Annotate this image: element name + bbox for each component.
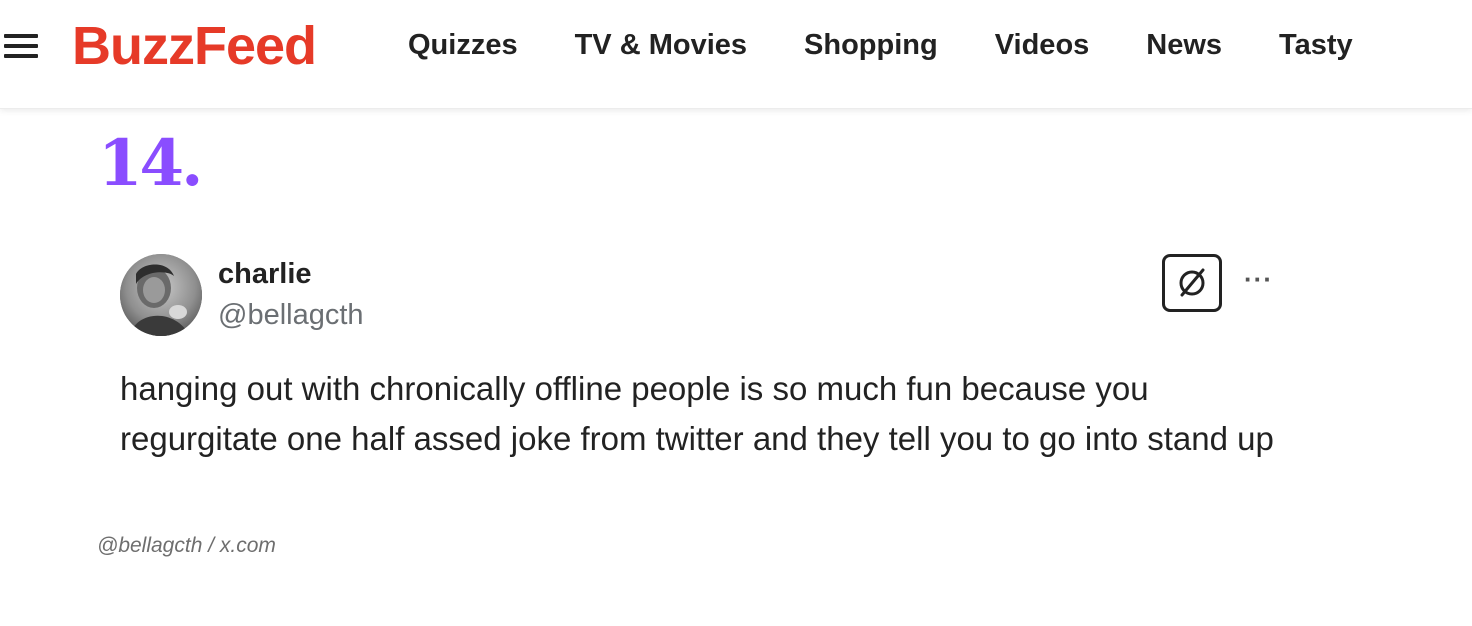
nav-item-videos[interactable]: Videos <box>995 26 1090 64</box>
avatar[interactable] <box>120 254 202 336</box>
list-item-number: 14. <box>98 126 203 201</box>
hamburger-menu-icon[interactable] <box>4 34 38 60</box>
nav-item-news[interactable]: News <box>1146 26 1222 64</box>
image-credit[interactable]: @bellagcth / x.com <box>97 532 276 560</box>
avatar-photo <box>120 254 202 336</box>
slashed-circle-icon <box>1179 268 1205 297</box>
nav-item-tasty[interactable]: Tasty <box>1279 26 1353 64</box>
x-badge-icon[interactable] <box>1162 254 1222 312</box>
tweet-body: hanging out with chronically offline peo… <box>120 370 1274 457</box>
nav-item-quizzes[interactable]: Quizzes <box>408 26 518 64</box>
tweet-display-name[interactable]: charlie <box>218 256 312 292</box>
buzzfeed-logo[interactable]: BuzzFeed <box>72 16 317 76</box>
nav-item-tv-movies[interactable]: TV & Movies <box>575 26 747 64</box>
hamburger-line <box>4 54 38 58</box>
more-dots-icon[interactable]: ··· <box>1244 266 1273 292</box>
embedded-tweet[interactable]: charlie @bellagcth ··· hanging out with … <box>112 236 1302 526</box>
nav-item-shopping[interactable]: Shopping <box>804 26 938 64</box>
tweet-handle[interactable]: @bellagcth <box>218 296 364 334</box>
top-navigation-bar: BuzzFeed Quizzes TV & Movies Shopping Vi… <box>0 0 1472 109</box>
hamburger-line <box>4 44 38 48</box>
main-nav: Quizzes TV & Movies Shopping Videos News… <box>408 26 1410 64</box>
hamburger-line <box>4 34 38 38</box>
